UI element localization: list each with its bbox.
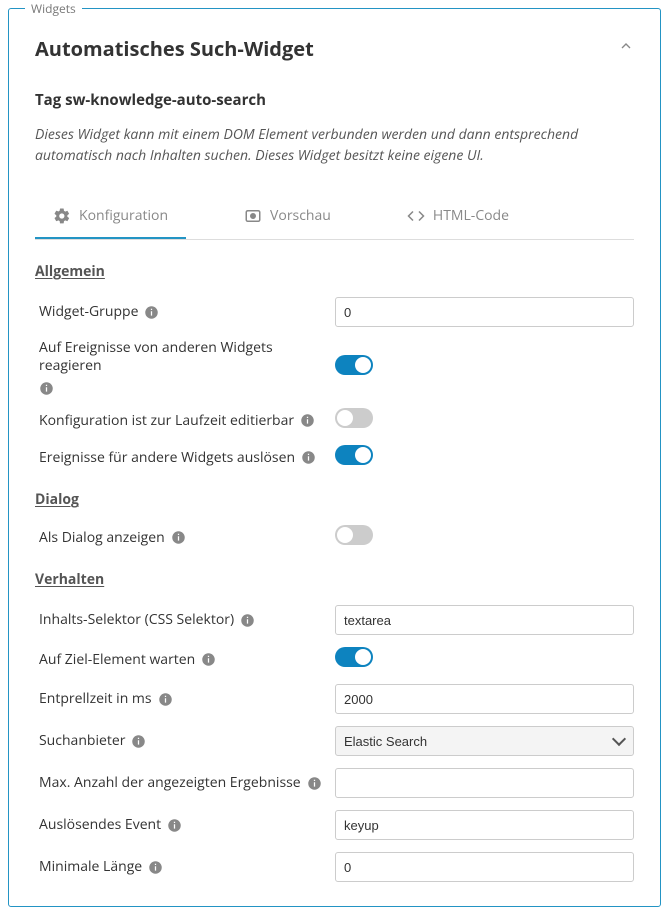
info-icon[interactable] bbox=[148, 860, 163, 875]
info-icon[interactable] bbox=[240, 613, 255, 628]
input-widget-group[interactable] bbox=[335, 297, 634, 327]
input-max-results[interactable] bbox=[335, 768, 634, 798]
label-max-results: Max. Anzahl der angezeigten Ergebnisse bbox=[39, 774, 301, 792]
row-runtime-editable: Konfiguration ist zur Laufzeit editierba… bbox=[35, 402, 634, 439]
row-trigger-event: Auslösendes Event bbox=[35, 804, 634, 846]
label-debounce: Entprellzeit in ms bbox=[39, 690, 152, 708]
input-min-length[interactable] bbox=[335, 852, 634, 882]
info-icon[interactable] bbox=[39, 381, 54, 396]
info-icon[interactable] bbox=[167, 818, 182, 833]
tab-configuration[interactable]: Konfiguration bbox=[35, 196, 186, 239]
label-min-length: Minimale Länge bbox=[39, 858, 142, 876]
label-search-provider: Suchanbieter bbox=[39, 732, 125, 750]
row-widget-group: Widget-Gruppe bbox=[35, 291, 634, 333]
chevron-up-icon[interactable] bbox=[618, 38, 634, 59]
label-trigger-event: Auslösendes Event bbox=[39, 816, 161, 834]
info-icon[interactable] bbox=[144, 305, 159, 320]
info-icon[interactable] bbox=[158, 692, 173, 707]
gear-icon bbox=[53, 207, 71, 225]
row-react-events: Auf Ereignisse von anderen Widgets reagi… bbox=[35, 333, 634, 402]
row-as-dialog: Als Dialog anzeigen bbox=[35, 519, 634, 556]
label-as-dialog: Als Dialog anzeigen bbox=[39, 529, 165, 547]
info-icon[interactable] bbox=[300, 413, 315, 428]
label-widget-group: Widget-Gruppe bbox=[39, 303, 138, 321]
label-content-selector: Inhalts-Selektor (CSS Selektor) bbox=[39, 611, 234, 629]
tab-preview[interactable]: Vorschau bbox=[226, 196, 349, 239]
row-search-provider: Suchanbieter Elastic Search bbox=[35, 720, 634, 762]
info-icon[interactable] bbox=[131, 734, 146, 749]
toggle-wait-target[interactable] bbox=[335, 647, 373, 667]
label-trigger-events: Ereignisse für andere Widgets auslösen bbox=[39, 449, 295, 467]
toggle-as-dialog[interactable] bbox=[335, 525, 373, 545]
widget-tag: Tag sw-knowledge-auto-search bbox=[35, 90, 634, 110]
input-trigger-event[interactable] bbox=[335, 810, 634, 840]
toggle-trigger-events[interactable] bbox=[335, 445, 373, 465]
section-header-general: Allgemein bbox=[35, 262, 634, 281]
tab-html-code[interactable]: HTML-Code bbox=[389, 196, 527, 239]
widgets-fieldset: Widgets Automatisches Such-Widget Tag sw… bbox=[8, 8, 661, 907]
label-wait-target: Auf Ziel-Element warten bbox=[39, 651, 195, 669]
widget-description: Dieses Widget kann mit einem DOM Element… bbox=[35, 124, 634, 166]
info-icon[interactable] bbox=[171, 530, 186, 545]
fieldset-legend: Widgets bbox=[25, 0, 82, 17]
tabs-bar: Konfiguration Vorschau HTML-Code bbox=[35, 196, 634, 240]
toggle-react-events[interactable] bbox=[335, 355, 373, 375]
row-debounce: Entprellzeit in ms bbox=[35, 678, 634, 720]
section-header-behavior: Verhalten bbox=[35, 570, 634, 589]
row-content-selector: Inhalts-Selektor (CSS Selektor) bbox=[35, 599, 634, 641]
tab-label: Vorschau bbox=[270, 206, 331, 225]
code-icon bbox=[407, 207, 425, 225]
tab-label: HTML-Code bbox=[433, 206, 509, 225]
row-wait-target: Auf Ziel-Element warten bbox=[35, 641, 634, 678]
info-icon[interactable] bbox=[201, 652, 216, 667]
info-icon[interactable] bbox=[301, 450, 316, 465]
eye-icon bbox=[244, 207, 262, 225]
widget-title: Automatisches Such-Widget bbox=[35, 35, 314, 62]
tab-label: Konfiguration bbox=[79, 206, 168, 225]
section-header-dialog: Dialog bbox=[35, 490, 634, 509]
label-react-events: Auf Ereignisse von anderen Widgets reagi… bbox=[39, 339, 335, 375]
input-debounce[interactable] bbox=[335, 684, 634, 714]
label-runtime-editable: Konfiguration ist zur Laufzeit editierba… bbox=[39, 412, 294, 430]
row-trigger-events: Ereignisse für andere Widgets auslösen bbox=[35, 439, 634, 476]
select-search-provider[interactable]: Elastic Search bbox=[335, 726, 634, 756]
input-content-selector[interactable] bbox=[335, 605, 634, 635]
row-min-length: Minimale Länge bbox=[35, 846, 634, 888]
widget-header: Automatisches Such-Widget bbox=[35, 35, 634, 62]
info-icon[interactable] bbox=[307, 776, 322, 791]
row-max-results: Max. Anzahl der angezeigten Ergebnisse bbox=[35, 762, 634, 804]
toggle-runtime-editable[interactable] bbox=[335, 408, 373, 428]
